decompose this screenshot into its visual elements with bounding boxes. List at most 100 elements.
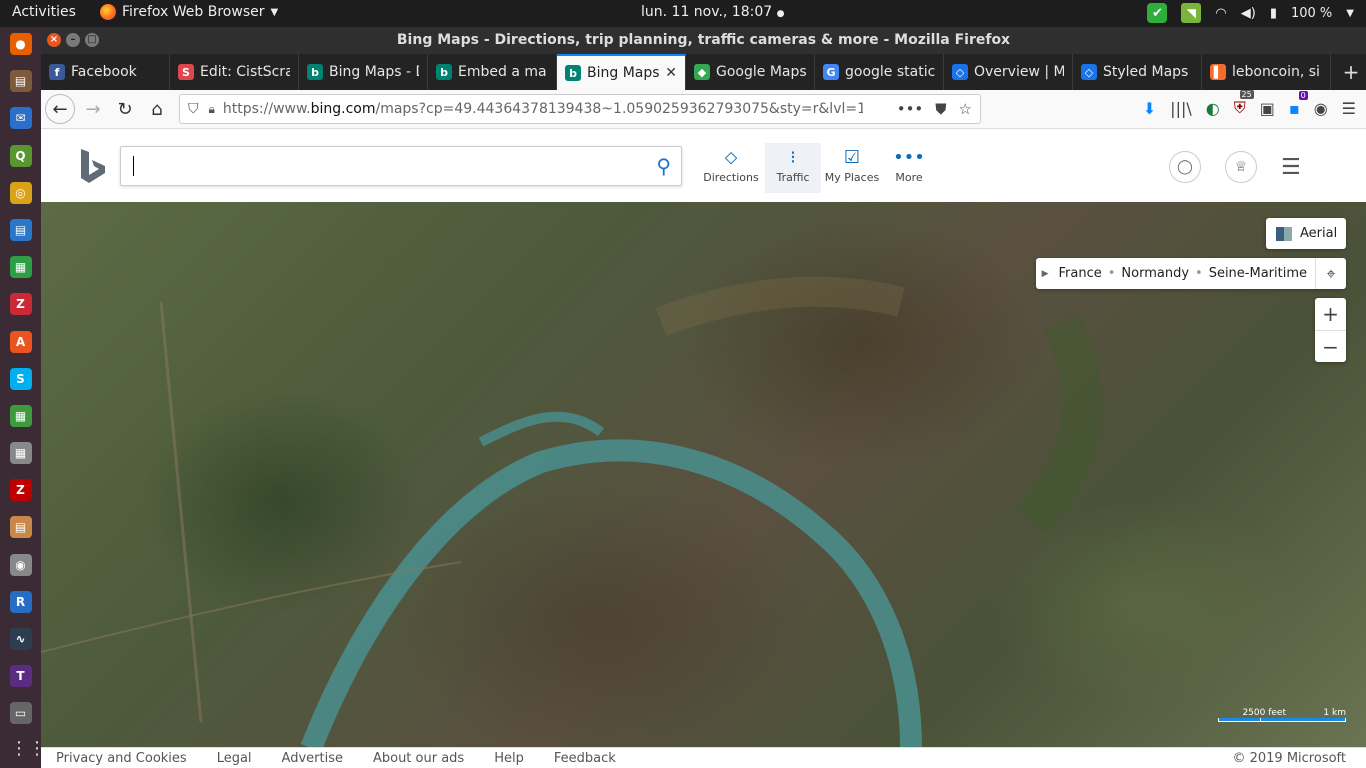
tab-label: leboncoin, si — [1232, 64, 1320, 80]
battery-icon[interactable]: ▮ — [1270, 6, 1277, 21]
menu-icon[interactable]: ☰ — [1342, 99, 1356, 118]
firefox-icon[interactable]: ● — [9, 33, 32, 55]
qgis-icon[interactable]: Q — [9, 144, 32, 167]
footer-link[interactable]: Advertise — [282, 751, 343, 766]
system-monitor-icon[interactable]: ∿ — [9, 628, 32, 650]
calculator-icon[interactable]: ▦ — [9, 442, 32, 465]
r-icon[interactable]: R — [9, 590, 32, 613]
tab-5[interactable]: ◆ Google Maps — [686, 54, 815, 90]
activities-button[interactable]: Activities — [12, 4, 76, 20]
zotero-icon[interactable]: Z — [9, 293, 32, 316]
zoom-out-button[interactable]: − — [1315, 331, 1346, 363]
document-viewer-icon[interactable]: ▤ — [9, 516, 32, 539]
check-icon[interactable]: ✔ — [1147, 3, 1168, 23]
bing-logo-icon[interactable] — [79, 149, 107, 185]
my-places-button[interactable]: ☑ My Places — [824, 143, 880, 193]
minimize-window-icon[interactable]: – — [66, 33, 80, 47]
tab-1[interactable]: S Edit: CistScra — [170, 54, 299, 90]
clock-label: lun. 11 nov., 18:07 — [641, 4, 773, 20]
dev-icon: ◇ — [952, 64, 968, 80]
footer-link[interactable]: Legal — [217, 751, 252, 766]
home-button[interactable]: ⌂ — [143, 95, 171, 123]
hamburger-menu-icon[interactable]: ☰ — [1281, 155, 1301, 180]
window-controls: × – □ — [47, 33, 99, 47]
url-host: bing.com — [310, 101, 376, 117]
tab-8[interactable]: ◇ Styled Maps — [1073, 54, 1202, 90]
chevron-down-icon: ▼ — [270, 6, 279, 18]
maximize-window-icon[interactable]: □ — [85, 33, 99, 47]
url-bar[interactable]: ⛉ 🔒︎ https://www.bing.com/maps?cp=49.443… — [179, 94, 981, 124]
tab-7[interactable]: ◇ Overview | M — [944, 54, 1073, 90]
filezilla-icon[interactable]: Z — [9, 479, 32, 502]
app-menu[interactable]: Firefox Web Browser ▼ — [100, 4, 278, 20]
map-style-label: Aerial — [1300, 226, 1338, 241]
breadcrumb-item[interactable]: France — [1059, 266, 1102, 281]
download-icon[interactable]: ⬇ — [1143, 99, 1156, 118]
container-icon[interactable]: ▪ 0 — [1289, 90, 1308, 118]
system-tray[interactable]: ✔ ◥ ◠ ◀) ▮ 100 % ▼ — [1147, 3, 1354, 23]
writer-icon[interactable]: ▤ — [9, 218, 32, 241]
account-icon[interactable]: ◯ — [1169, 151, 1201, 183]
footer-link[interactable]: Help — [494, 751, 524, 766]
close-window-icon[interactable]: × — [47, 33, 61, 47]
back-button[interactable]: ← — [45, 94, 75, 124]
forward-button[interactable]: → — [79, 95, 107, 123]
software-center-icon[interactable]: A — [9, 330, 32, 353]
spreadsheet-icon[interactable]: ▦ — [9, 404, 32, 427]
rewards-icon[interactable]: ♕ — [1225, 151, 1257, 183]
expand-arrow-icon[interactable]: ▶ — [1042, 269, 1049, 279]
breadcrumb-item[interactable]: Normandy — [1121, 266, 1189, 281]
tab-label: Embed a ma — [458, 64, 547, 80]
scale-metric-bar — [1260, 718, 1346, 722]
calc-icon[interactable]: ▦ — [9, 256, 32, 279]
zoom-in-button[interactable]: + — [1315, 298, 1346, 331]
locate-me-icon[interactable]: ⌖ — [1315, 258, 1346, 289]
wifi-icon[interactable]: ◠ — [1215, 6, 1226, 21]
library-icon[interactable]: |||\ — [1170, 99, 1192, 118]
trash-icon[interactable]: ▭ — [9, 702, 32, 725]
ublock-icon[interactable]: ⛨ 25 — [1234, 90, 1254, 118]
firefox-window: × – □ Bing Maps - Directions, trip plann… — [41, 27, 1366, 768]
rss-icon[interactable]: ◥ — [1181, 3, 1202, 23]
power-menu-icon[interactable]: ▼ — [1346, 8, 1354, 19]
extension-icon[interactable]: ▣ — [1260, 99, 1275, 118]
notification-dot-icon: ● — [776, 9, 785, 19]
traffic-button[interactable]: ⁝ Traffic — [765, 143, 821, 193]
thunderbird-icon[interactable]: ✉ — [9, 107, 32, 130]
reload-button[interactable]: ↻ — [111, 95, 139, 123]
tab-2[interactable]: b Bing Maps - D — [299, 54, 428, 90]
map-style-button[interactable]: Aerial — [1266, 218, 1346, 249]
volume-icon[interactable]: ◀) — [1241, 6, 1256, 21]
footer-link[interactable]: Privacy and Cookies — [56, 751, 187, 766]
texmaker-icon[interactable]: T — [9, 665, 32, 688]
url-text[interactable]: https://www.bing.com/maps?cp=49.44364378… — [223, 101, 863, 117]
files-icon[interactable]: ▤ — [9, 70, 32, 93]
pocket-icon[interactable]: ⛊ — [935, 100, 946, 118]
new-tab-button[interactable]: + — [1336, 54, 1366, 90]
search-input[interactable]: ⚲ — [120, 146, 682, 186]
directions-button[interactable]: ⬦ Directions — [703, 143, 759, 193]
lock-icon[interactable]: 🔒︎ — [209, 102, 215, 117]
close-tab-icon[interactable]: ✕ — [665, 65, 677, 81]
tab-6[interactable]: Ggoogle static — [815, 54, 944, 90]
tab-9[interactable]: ▌ leboncoin, si — [1202, 54, 1331, 90]
shield-icon[interactable]: ⛉ — [188, 101, 199, 117]
bookmark-star-icon[interactable]: ☆ — [959, 100, 972, 118]
aerial-map[interactable]: Aerial ▶ France • Normandy • Seine-Maritime ⌖… — [41, 202, 1366, 748]
footer-link[interactable]: About our ads — [373, 751, 464, 766]
tab-0[interactable]: f Facebook — [41, 54, 170, 90]
sync-icon[interactable]: ◐ — [1206, 99, 1220, 118]
more-button[interactable]: ••• More — [881, 143, 937, 193]
tab-3[interactable]: b Embed a ma — [428, 54, 557, 90]
skype-icon[interactable]: S — [9, 367, 32, 390]
breadcrumb-item[interactable]: Seine-Maritime — [1209, 266, 1307, 281]
disk-icon[interactable]: ◉ — [9, 553, 32, 576]
show-applications-icon[interactable]: ⋮⋮⋮ — [10, 738, 64, 759]
footer-link[interactable]: Feedback — [554, 751, 616, 766]
rhythmbox-icon[interactable]: ◎ — [9, 181, 32, 204]
page-actions-icon[interactable]: ••• — [897, 100, 924, 118]
clock[interactable]: lun. 11 nov., 18:07 ● — [641, 4, 784, 20]
search-icon[interactable]: ⚲ — [656, 154, 671, 178]
tab-4[interactable]: b Bing Maps ✕ — [557, 54, 686, 90]
account-icon[interactable]: ◉ — [1314, 99, 1328, 118]
